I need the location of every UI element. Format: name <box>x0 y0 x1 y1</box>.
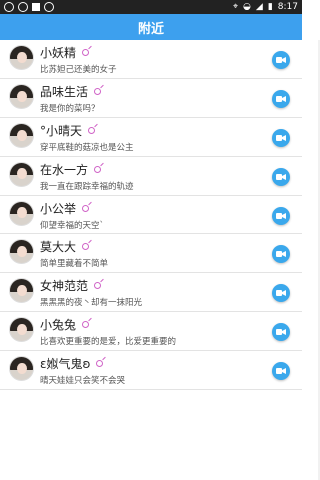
user-signature: 简单里藏着不简单 <box>40 259 109 270</box>
female-icon <box>82 321 90 329</box>
female-icon <box>94 87 102 95</box>
user-name-container: 莫大大 <box>40 238 90 255</box>
user-name: 在水一方 <box>40 162 89 177</box>
list-item[interactable]: 小公举 仰望幸福的天空` <box>0 196 302 235</box>
video-call-button[interactable] <box>272 89 290 108</box>
user-signature: 晴天娃娃只会笑不会哭 <box>40 376 126 387</box>
status-left-icons <box>4 2 54 12</box>
list-item[interactable]: 品味生活 我是你的菜吗？ <box>0 79 302 118</box>
avatar <box>9 45 34 70</box>
video-call-button[interactable] <box>272 362 290 381</box>
wifi-icon: ◒ <box>243 2 251 12</box>
battery-icon: ▮ <box>267 2 273 12</box>
user-name-container: ε娰气鬼ʚ <box>40 355 104 372</box>
list-item[interactable]: 莫大大 简单里藏着不简单 <box>0 234 302 274</box>
user-name: 莫大大 <box>40 240 77 255</box>
app-bar: 附近 <box>0 14 302 40</box>
avatar <box>9 317 34 343</box>
video-call-button[interactable] <box>272 323 290 342</box>
video-call-button[interactable] <box>272 128 290 147</box>
location-icon: ⌖ <box>232 2 239 12</box>
avatar <box>9 122 34 148</box>
status-bar: ⌖ ◒ ◢ ▮ 8:17 <box>0 0 302 14</box>
user-name: ε娰气鬼ʚ <box>40 357 91 372</box>
video-call-button[interactable] <box>272 284 290 303</box>
user-signature: 穿平底鞋的菇凉也是公主 <box>40 142 134 153</box>
avatar <box>9 278 34 304</box>
user-signature: 黑黑黑的夜丶却有一抹阳光 <box>40 298 143 309</box>
user-name-container: 小妖精 <box>40 44 90 61</box>
notification-icon <box>44 2 54 12</box>
user-name: 小公举 <box>40 201 77 216</box>
avatar <box>9 200 34 226</box>
user-signature: 我一直在跟踪幸福的轨迹 <box>40 181 134 192</box>
user-name-container: °小晴天 <box>40 122 96 139</box>
avatar <box>9 239 34 265</box>
list-item[interactable]: 在水一方 我一直在跟踪幸福的轨迹 <box>0 157 302 196</box>
video-call-button[interactable] <box>272 167 290 186</box>
avatar <box>9 83 34 109</box>
avatar <box>9 356 34 382</box>
list-item[interactable]: 女神范范 黑黑黑的夜丶却有一抹阳光 <box>0 273 302 313</box>
female-icon <box>82 243 90 251</box>
user-name-container: 品味生活 <box>40 83 102 100</box>
female-icon <box>96 360 104 368</box>
list-item[interactable]: 小兔兔 比喜欢更重要的是爱，比爱更重要的 <box>0 312 302 352</box>
user-name-container: 小公举 <box>40 200 90 217</box>
nearby-user-list: 小妖精 比苏妲己还美的女子 品味生活 我是你的菜吗？ °小晴天 穿平底鞋的菇凉也… <box>0 40 302 391</box>
female-icon <box>82 49 90 56</box>
female-icon <box>82 204 90 212</box>
signal-icon: ◢ <box>255 2 263 12</box>
list-item[interactable]: ε娰气鬼ʚ 晴天娃娃只会笑不会哭 <box>0 351 302 391</box>
user-name: 女神范范 <box>40 279 89 294</box>
list-item[interactable]: °小晴天 穿平底鞋的菇凉也是公主 <box>0 118 302 157</box>
user-name: 小妖精 <box>40 46 77 60</box>
video-call-button[interactable] <box>272 245 290 264</box>
user-name: 小兔兔 <box>40 318 77 333</box>
video-call-button[interactable] <box>272 206 290 225</box>
notification-icon <box>32 3 40 11</box>
user-signature: 我是你的菜吗？ <box>40 103 100 114</box>
user-name-container: 在水一方 <box>40 161 102 178</box>
user-name: 品味生活 <box>40 84 89 99</box>
user-signature: 比苏妲己还美的女子 <box>40 65 117 75</box>
video-call-button[interactable] <box>272 51 290 69</box>
user-signature: 比喜欢更重要的是爱，比爱更重要的 <box>40 337 177 348</box>
status-time: 8:17 <box>277 2 298 12</box>
notification-icon <box>4 2 14 12</box>
female-icon <box>88 126 96 134</box>
user-name-container: 小兔兔 <box>40 316 90 333</box>
user-name: °小晴天 <box>40 123 83 138</box>
female-icon <box>94 282 102 290</box>
avatar <box>9 161 34 187</box>
status-right: ⌖ ◒ ◢ ▮ 8:17 <box>233 2 298 12</box>
female-icon <box>94 165 102 173</box>
list-item[interactable]: 小妖精 比苏妲己还美的女子 <box>0 40 302 79</box>
user-signature: 仰望幸福的天空` <box>40 220 104 231</box>
page-title: 附近 <box>137 21 164 37</box>
notification-icon <box>18 2 28 12</box>
user-name-container: 女神范范 <box>40 277 102 294</box>
